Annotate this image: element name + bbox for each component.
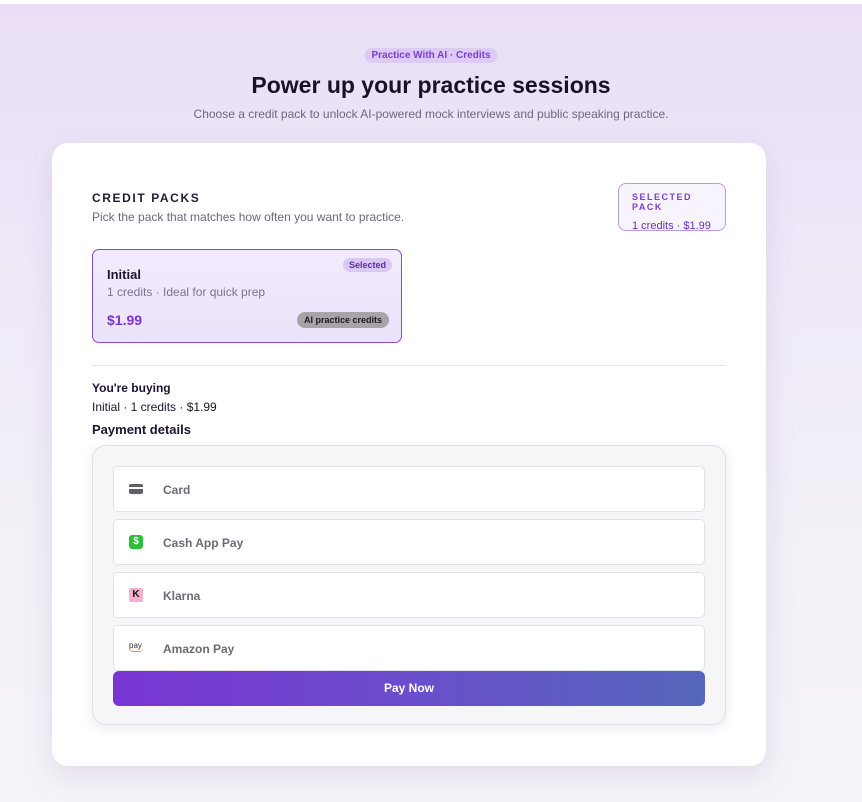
selected-pack-value: 1 credits · $1.99 bbox=[632, 220, 711, 232]
pay-now-button[interactable]: Pay Now bbox=[113, 671, 705, 706]
credit-packs-heading: CREDIT PACKS bbox=[92, 191, 201, 205]
pack-description: 1 credits · Ideal for quick prep bbox=[107, 285, 266, 299]
pack-name: Initial bbox=[107, 267, 141, 282]
payment-method-label: Card bbox=[163, 483, 191, 497]
cash-app-icon: $ bbox=[129, 535, 143, 549]
buying-label: You're buying bbox=[92, 381, 171, 395]
eyebrow-badge: Practice With AI · Credits bbox=[364, 48, 498, 63]
payment-element: Card $ Cash App Pay K Klarna pay Amazon … bbox=[92, 445, 726, 725]
pack-price: $1.99 bbox=[107, 312, 143, 328]
page-subtitle: Choose a credit pack to unlock AI-powere… bbox=[193, 107, 669, 121]
pack-option-initial[interactable]: Selected Initial 1 credits · Ideal for q… bbox=[92, 249, 402, 343]
payment-method-label: Amazon Pay bbox=[163, 642, 235, 656]
payment-details-label: Payment details bbox=[92, 422, 191, 437]
credit-card-icon bbox=[129, 484, 143, 494]
credit-packs-subheading: Pick the pack that matches how often you… bbox=[92, 210, 405, 224]
payment-method-card[interactable]: Card bbox=[113, 466, 705, 512]
payment-method-cash-app[interactable]: $ Cash App Pay bbox=[113, 519, 705, 565]
divider bbox=[92, 365, 726, 366]
payment-method-klarna[interactable]: K Klarna bbox=[113, 572, 705, 618]
buying-value: Initial · 1 credits · $1.99 bbox=[92, 400, 217, 414]
payment-method-label: Cash App Pay bbox=[163, 536, 244, 550]
klarna-icon: K bbox=[129, 588, 143, 602]
checkout-card: CREDIT PACKS Pick the pack that matches … bbox=[52, 143, 766, 766]
selected-pack-label: SELECTED PACK bbox=[632, 192, 693, 212]
amazon-pay-icon: pay bbox=[129, 641, 143, 652]
payment-method-amazon-pay[interactable]: pay Amazon Pay bbox=[113, 625, 705, 671]
selected-badge: Selected bbox=[342, 258, 392, 272]
top-strip bbox=[0, 0, 862, 4]
pack-tag: AI practice credits bbox=[296, 312, 389, 328]
payment-method-label: Klarna bbox=[163, 589, 201, 603]
page-title: Power up your practice sessions bbox=[251, 72, 611, 98]
selected-pack-summary: SELECTED PACK 1 credits · $1.99 bbox=[618, 183, 726, 232]
